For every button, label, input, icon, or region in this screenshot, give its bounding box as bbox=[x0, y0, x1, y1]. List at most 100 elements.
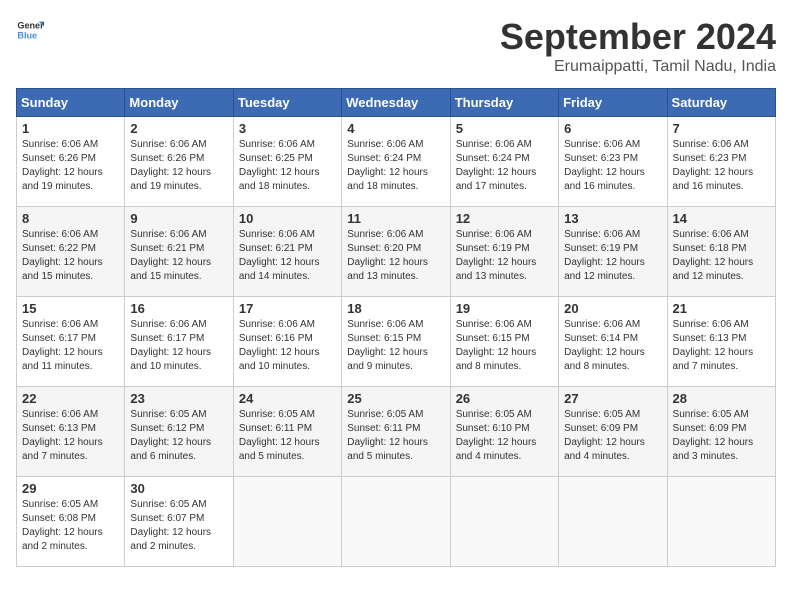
table-row: 15 Sunrise: 6:06 AM Sunset: 6:17 PM Dayli… bbox=[17, 297, 125, 387]
table-row: 11 Sunrise: 6:06 AM Sunset: 6:20 PM Dayli… bbox=[342, 207, 450, 297]
table-row: 6Sunrise: 6:06 AM Sunset: 6:23 PM Daylig… bbox=[559, 117, 667, 207]
table-row: 5 Sunrise: 6:06 AM Sunset: 6:24 PM Daylig… bbox=[450, 117, 558, 207]
day-number: 17 bbox=[239, 301, 336, 316]
table-row: 13 Sunrise: 6:06 AM Sunset: 6:19 PM Dayli… bbox=[559, 207, 667, 297]
day-number: 4 bbox=[347, 121, 444, 136]
table-row: 18 Sunrise: 6:06 AM Sunset: 6:15 PM Dayli… bbox=[342, 297, 450, 387]
cell-content: Sunrise: 6:06 AM Sunset: 6:14 PM Dayligh… bbox=[564, 318, 661, 374]
cell-content: Sunrise: 6:06 AM Sunset: 6:23 PM Dayligh… bbox=[564, 138, 661, 194]
header-monday: Monday bbox=[125, 89, 233, 117]
table-row bbox=[342, 477, 450, 567]
day-number: 10 bbox=[239, 211, 336, 226]
table-row bbox=[233, 477, 341, 567]
day-number: 18 bbox=[347, 301, 444, 316]
table-row: 25Sunrise: 6:05 AM Sunset: 6:11 PM Dayli… bbox=[342, 387, 450, 477]
cell-content: Sunrise: 6:06 AM Sunset: 6:23 PM Dayligh… bbox=[673, 138, 770, 194]
table-row: 8 Sunrise: 6:06 AM Sunset: 6:22 PM Daylig… bbox=[17, 207, 125, 297]
cell-content: Sunrise: 6:06 AM Sunset: 6:17 PM Dayligh… bbox=[22, 318, 119, 374]
table-row: 4 Sunrise: 6:06 AM Sunset: 6:24 PM Daylig… bbox=[342, 117, 450, 207]
cell-content: Sunrise: 6:05 AM Sunset: 6:08 PM Dayligh… bbox=[22, 498, 119, 554]
table-row: 1Sunrise: 6:06 AM Sunset: 6:26 PM Daylig… bbox=[17, 117, 125, 207]
day-number: 20 bbox=[564, 301, 661, 316]
day-number: 16 bbox=[130, 301, 227, 316]
calendar-table: Sunday Monday Tuesday Wednesday Thursday… bbox=[16, 88, 776, 567]
table-row: 7 Sunrise: 6:06 AM Sunset: 6:23 PM Daylig… bbox=[667, 117, 775, 207]
day-number: 5 bbox=[456, 121, 553, 136]
cell-content: Sunrise: 6:05 AM Sunset: 6:11 PM Dayligh… bbox=[347, 408, 444, 464]
cell-content: Sunrise: 6:06 AM Sunset: 6:21 PM Dayligh… bbox=[130, 228, 227, 284]
table-row: 3 Sunrise: 6:06 AM Sunset: 6:25 PM Daylig… bbox=[233, 117, 341, 207]
cell-content: Sunrise: 6:06 AM Sunset: 6:13 PM Dayligh… bbox=[673, 318, 770, 374]
day-number: 12 bbox=[456, 211, 553, 226]
table-row bbox=[667, 477, 775, 567]
cell-content: Sunrise: 6:06 AM Sunset: 6:24 PM Dayligh… bbox=[456, 138, 553, 194]
header-thursday: Thursday bbox=[450, 89, 558, 117]
cell-content: Sunrise: 6:06 AM Sunset: 6:20 PM Dayligh… bbox=[347, 228, 444, 284]
cell-content: Sunrise: 6:05 AM Sunset: 6:09 PM Dayligh… bbox=[673, 408, 770, 464]
table-row: 10 Sunrise: 6:06 AM Sunset: 6:21 PM Dayli… bbox=[233, 207, 341, 297]
table-row: 9 Sunrise: 6:06 AM Sunset: 6:21 PM Daylig… bbox=[125, 207, 233, 297]
cell-content: Sunrise: 6:06 AM Sunset: 6:22 PM Dayligh… bbox=[22, 228, 119, 284]
cell-content: Sunrise: 6:06 AM Sunset: 6:16 PM Dayligh… bbox=[239, 318, 336, 374]
cell-content: Sunrise: 6:05 AM Sunset: 6:07 PM Dayligh… bbox=[130, 498, 227, 554]
table-row: 16 Sunrise: 6:06 AM Sunset: 6:17 PM Dayli… bbox=[125, 297, 233, 387]
calendar-header: Sunday Monday Tuesday Wednesday Thursday… bbox=[17, 89, 776, 117]
cell-content: Sunrise: 6:06 AM Sunset: 6:18 PM Dayligh… bbox=[673, 228, 770, 284]
cell-content: Sunrise: 6:06 AM Sunset: 6:19 PM Dayligh… bbox=[456, 228, 553, 284]
table-row: 23 Sunrise: 6:05 AM Sunset: 6:12 PM Dayli… bbox=[125, 387, 233, 477]
table-row: 22Sunrise: 6:06 AM Sunset: 6:13 PM Dayli… bbox=[17, 387, 125, 477]
svg-text:Blue: Blue bbox=[17, 30, 37, 40]
cell-content: Sunrise: 6:05 AM Sunset: 6:12 PM Dayligh… bbox=[130, 408, 227, 464]
day-number: 14 bbox=[673, 211, 770, 226]
table-row bbox=[559, 477, 667, 567]
header-tuesday: Tuesday bbox=[233, 89, 341, 117]
cell-content: Sunrise: 6:06 AM Sunset: 6:24 PM Dayligh… bbox=[347, 138, 444, 194]
table-row bbox=[450, 477, 558, 567]
day-number: 28 bbox=[673, 391, 770, 406]
table-row: 20 Sunrise: 6:06 AM Sunset: 6:14 PM Dayli… bbox=[559, 297, 667, 387]
cell-content: Sunrise: 6:06 AM Sunset: 6:25 PM Dayligh… bbox=[239, 138, 336, 194]
day-number: 8 bbox=[22, 211, 119, 226]
header-wednesday: Wednesday bbox=[342, 89, 450, 117]
cell-content: Sunrise: 6:06 AM Sunset: 6:26 PM Dayligh… bbox=[130, 138, 227, 194]
header-saturday: Saturday bbox=[667, 89, 775, 117]
day-number: 23 bbox=[130, 391, 227, 406]
day-number: 27 bbox=[564, 391, 661, 406]
day-number: 15 bbox=[22, 301, 119, 316]
day-number: 3 bbox=[239, 121, 336, 136]
day-number: 29 bbox=[22, 481, 119, 496]
cell-content: Sunrise: 6:06 AM Sunset: 6:17 PM Dayligh… bbox=[130, 318, 227, 374]
logo-icon: General Blue bbox=[16, 16, 44, 44]
table-row: 24 Sunrise: 6:05 AM Sunset: 6:11 PM Dayli… bbox=[233, 387, 341, 477]
cell-content: Sunrise: 6:06 AM Sunset: 6:19 PM Dayligh… bbox=[564, 228, 661, 284]
day-number: 7 bbox=[673, 121, 770, 136]
table-row: 21Sunrise: 6:06 AM Sunset: 6:13 PM Dayli… bbox=[667, 297, 775, 387]
day-number: 26 bbox=[456, 391, 553, 406]
table-row: 26Sunrise: 6:05 AM Sunset: 6:10 PM Dayli… bbox=[450, 387, 558, 477]
cell-content: Sunrise: 6:06 AM Sunset: 6:26 PM Dayligh… bbox=[22, 138, 119, 194]
cell-content: Sunrise: 6:06 AM Sunset: 6:13 PM Dayligh… bbox=[22, 408, 119, 464]
cell-content: Sunrise: 6:06 AM Sunset: 6:15 PM Dayligh… bbox=[347, 318, 444, 374]
day-number: 19 bbox=[456, 301, 553, 316]
day-number: 24 bbox=[239, 391, 336, 406]
cell-content: Sunrise: 6:05 AM Sunset: 6:11 PM Dayligh… bbox=[239, 408, 336, 464]
day-number: 9 bbox=[130, 211, 227, 226]
table-row: 2 Sunrise: 6:06 AM Sunset: 6:26 PM Daylig… bbox=[125, 117, 233, 207]
calendar-body: 1Sunrise: 6:06 AM Sunset: 6:26 PM Daylig… bbox=[17, 117, 776, 567]
cell-content: Sunrise: 6:05 AM Sunset: 6:09 PM Dayligh… bbox=[564, 408, 661, 464]
table-row: 19 Sunrise: 6:06 AM Sunset: 6:15 PM Dayli… bbox=[450, 297, 558, 387]
calendar-title: September 2024 bbox=[500, 16, 776, 58]
header-friday: Friday bbox=[559, 89, 667, 117]
day-number: 2 bbox=[130, 121, 227, 136]
header-sunday: Sunday bbox=[17, 89, 125, 117]
cell-content: Sunrise: 6:06 AM Sunset: 6:21 PM Dayligh… bbox=[239, 228, 336, 284]
day-number: 11 bbox=[347, 211, 444, 226]
calendar-subtitle: Erumaippatti, Tamil Nadu, India bbox=[500, 58, 776, 76]
cell-content: Sunrise: 6:06 AM Sunset: 6:15 PM Dayligh… bbox=[456, 318, 553, 374]
page-header: General Blue September 2024 Erumaippatti… bbox=[16, 16, 776, 76]
day-number: 13 bbox=[564, 211, 661, 226]
table-row: 28 Sunrise: 6:05 AM Sunset: 6:09 PM Dayli… bbox=[667, 387, 775, 477]
logo: General Blue bbox=[16, 16, 44, 44]
table-row: 27 Sunrise: 6:05 AM Sunset: 6:09 PM Dayli… bbox=[559, 387, 667, 477]
table-row: 17 Sunrise: 6:06 AM Sunset: 6:16 PM Dayli… bbox=[233, 297, 341, 387]
